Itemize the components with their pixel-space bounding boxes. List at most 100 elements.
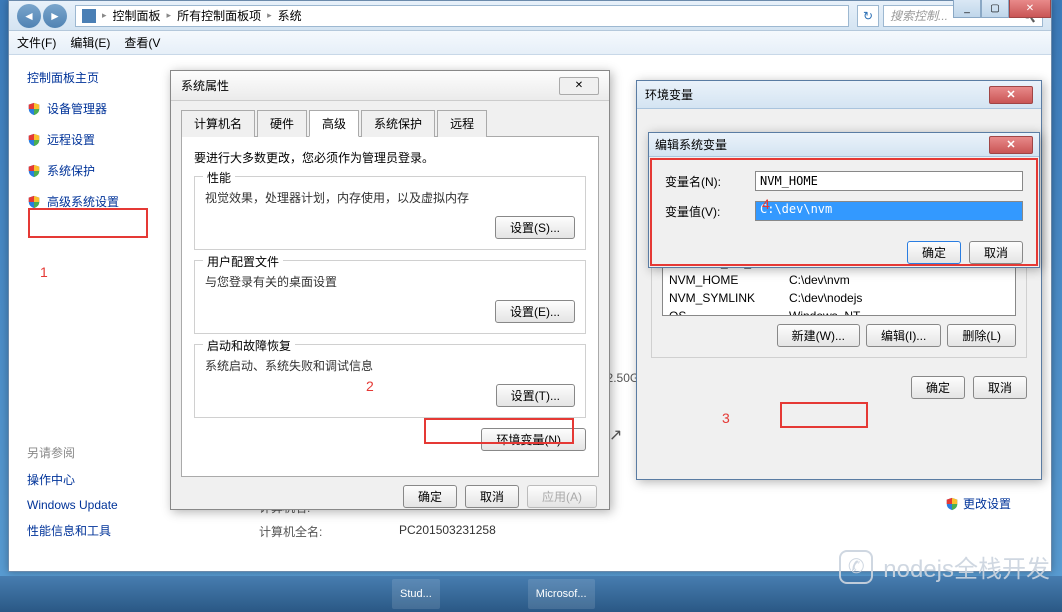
startup-group: 启动和故障恢复 系统启动、系统失败和调试信息 设置(T)...: [194, 344, 586, 418]
ok-button[interactable]: 确定: [911, 376, 965, 399]
wechat-icon: ✆: [839, 550, 873, 584]
menu-file[interactable]: 文件(F): [17, 34, 56, 51]
menu-view[interactable]: 查看(V: [124, 34, 160, 51]
variable-name-input[interactable]: [755, 171, 1023, 191]
sidebar-item-label: 系统保护: [47, 162, 95, 179]
titlebar: _ ▢ ✕ ◄ ► ▸ 控制面板 ▸ 所有控制面板项 ▸ 系统 ↻ 搜索控制..…: [9, 1, 1051, 31]
sidebar-seealso: 另请参阅: [27, 444, 191, 461]
shield-icon: [27, 102, 41, 116]
sidebar-item-device-manager[interactable]: 设备管理器: [27, 100, 191, 117]
dialog-title: 系统属性: [181, 77, 229, 94]
dialog-titlebar: 编辑系统变量 ✕: [649, 133, 1039, 157]
dialog-body: 要进行大多数更改，您必须作为管理员登录。 性能 视觉效果，处理器计划，内存使用，…: [181, 137, 599, 477]
nav-arrows: ◄ ►: [17, 4, 67, 28]
annotation-label-1: 1: [40, 264, 48, 280]
annotation-label-2: 2: [366, 378, 374, 394]
change-settings-link[interactable]: 更改设置: [945, 495, 1011, 512]
annotation-label-4: 4: [762, 196, 770, 212]
dialog-titlebar: 系统属性 ✕: [171, 71, 609, 101]
minimize-button[interactable]: _: [953, 0, 981, 18]
full-name-value: PC201503231258: [399, 523, 496, 540]
computer-icon: [82, 9, 96, 23]
chevron-right-icon: ▸: [102, 10, 107, 21]
perf-settings-button[interactable]: 设置(S)...: [495, 216, 575, 239]
shield-icon: [945, 497, 959, 511]
list-item[interactable]: NVM_SYMLINKC:\dev\nodejs: [663, 289, 1015, 307]
breadcrumb[interactable]: ▸ 控制面板 ▸ 所有控制面板项 ▸ 系统: [75, 5, 849, 27]
list-buttons: 新建(W)... 编辑(I)... 删除(L): [662, 324, 1016, 347]
sidebar-link-windows-update[interactable]: Windows Update: [27, 498, 191, 512]
ok-button[interactable]: 确定: [403, 485, 457, 508]
variable-name-label: 变量名(N):: [665, 173, 755, 190]
tabs: 计算机名 硬件 高级 系统保护 远程: [181, 109, 599, 137]
sidebar-item-label: 设备管理器: [47, 100, 107, 117]
taskbar-item[interactable]: Microsof...: [528, 579, 595, 609]
group-title: 用户配置文件: [203, 253, 283, 270]
close-button[interactable]: ✕: [989, 86, 1033, 104]
new-button[interactable]: 新建(W)...: [777, 324, 860, 347]
sidebar-link-action-center[interactable]: 操作中心: [27, 471, 191, 488]
dialog-titlebar: 环境变量 ✕: [637, 81, 1041, 109]
taskbar-item[interactable]: Stud...: [392, 579, 440, 609]
performance-group: 性能 视觉效果，处理器计划，内存使用，以及虚拟内存 设置(S)...: [194, 176, 586, 250]
watermark: ✆ nodejs全栈开发: [839, 549, 1050, 584]
sidebar-title[interactable]: 控制面板主页: [27, 69, 191, 86]
group-title: 启动和故障恢复: [203, 337, 295, 354]
full-name-label: 计算机全名:: [259, 523, 399, 540]
refresh-button[interactable]: ↻: [857, 5, 879, 27]
dialog-body: 变量名(N): 变量值(V): C:\dev\nvm: [649, 157, 1039, 241]
arrow-icon: ↗: [609, 425, 622, 445]
dialog-footer: 确定 取消: [649, 241, 1039, 274]
admin-note: 要进行大多数更改，您必须作为管理员登录。: [194, 149, 586, 166]
variable-value-input[interactable]: C:\dev\nvm: [755, 201, 1023, 221]
shield-icon: [27, 164, 41, 178]
edit-button[interactable]: 编辑(I)...: [866, 324, 941, 347]
list-item[interactable]: OSWindows_NT: [663, 307, 1015, 316]
sidebar-link-perf-info[interactable]: 性能信息和工具: [27, 522, 191, 539]
breadcrumb-root[interactable]: 控制面板: [113, 7, 161, 24]
startup-settings-button[interactable]: 设置(T)...: [496, 384, 575, 407]
tab-protection[interactable]: 系统保护: [361, 110, 435, 137]
apply-button[interactable]: 应用(A): [527, 485, 597, 508]
forward-button[interactable]: ►: [43, 4, 67, 28]
tab-hardware[interactable]: 硬件: [257, 110, 307, 137]
back-button[interactable]: ◄: [17, 4, 41, 28]
cancel-button[interactable]: 取消: [973, 376, 1027, 399]
sidebar-item-label: 高级系统设置: [47, 193, 119, 210]
tab-computer-name[interactable]: 计算机名: [181, 110, 255, 137]
ok-button[interactable]: 确定: [907, 241, 961, 264]
breadcrumb-level2[interactable]: 所有控制面板项: [177, 7, 261, 24]
env-vars-button[interactable]: 环境变量(N)...: [481, 428, 586, 451]
breadcrumb-level3[interactable]: 系统: [278, 7, 302, 24]
dialog-footer: 确定 取消 应用(A): [171, 477, 609, 516]
cancel-button[interactable]: 取消: [465, 485, 519, 508]
sidebar-item-label: 远程设置: [47, 131, 95, 148]
menubar: 文件(F) 编辑(E) 查看(V: [9, 31, 1051, 55]
sidebar-item-protection[interactable]: 系统保护: [27, 162, 191, 179]
menu-edit[interactable]: 编辑(E): [70, 34, 110, 51]
close-button[interactable]: ✕: [1009, 0, 1051, 18]
tab-remote[interactable]: 远程: [437, 110, 487, 137]
sidebar-item-advanced[interactable]: 高级系统设置: [27, 193, 191, 210]
sidebar-item-remote[interactable]: 远程设置: [27, 131, 191, 148]
window-controls: _ ▢ ✕: [953, 0, 1051, 18]
search-placeholder: 搜索控制...: [890, 7, 948, 24]
profile-group: 用户配置文件 与您登录有关的桌面设置 设置(E)...: [194, 260, 586, 334]
chevron-right-icon: ▸: [167, 10, 172, 21]
group-desc: 系统启动、系统失败和调试信息: [205, 357, 575, 374]
close-button[interactable]: ✕: [989, 136, 1033, 154]
dialog-footer: 确定 取消: [637, 368, 1041, 407]
tab-advanced[interactable]: 高级: [309, 110, 359, 137]
annotation-label-3: 3: [722, 410, 730, 426]
close-button[interactable]: ✕: [559, 77, 599, 95]
group-title: 性能: [203, 169, 235, 186]
cancel-button[interactable]: 取消: [969, 241, 1023, 264]
shield-icon: [27, 195, 41, 209]
variable-value-label: 变量值(V):: [665, 203, 755, 220]
delete-button[interactable]: 删除(L): [947, 324, 1016, 347]
maximize-button[interactable]: ▢: [981, 0, 1009, 18]
profile-settings-button[interactable]: 设置(E)...: [495, 300, 575, 323]
group-desc: 视觉效果，处理器计划，内存使用，以及虚拟内存: [205, 189, 575, 206]
watermark-text: nodejs全栈开发: [883, 549, 1050, 584]
system-properties-dialog: 系统属性 ✕ 计算机名 硬件 高级 系统保护 远程 要进行大多数更改，您必须作为…: [170, 70, 610, 510]
